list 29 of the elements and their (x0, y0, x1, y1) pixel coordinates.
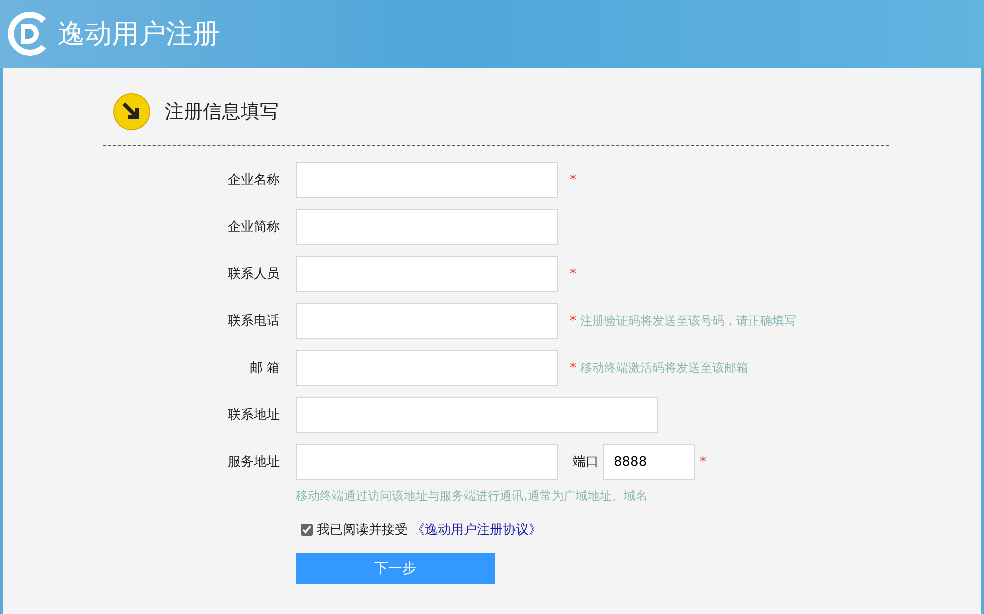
field-label: 联系电话 (227, 313, 280, 330)
input-field[interactable] (296, 162, 558, 198)
field-note: 移动终端通过访问该地址与服务端进行通讯,通常为广域地址、域名 (296, 488, 649, 505)
field-label: 邮 箱 (248, 360, 280, 377)
input-field[interactable] (296, 397, 658, 433)
field-label: 端口 (573, 454, 599, 471)
field-label: 联系人员 (227, 266, 280, 283)
agree-checkbox[interactable] (301, 524, 313, 536)
field-label: 企业名称 (227, 172, 280, 189)
agree-text: 我已阅读并接受 (317, 522, 408, 539)
field-label: 服务地址 (227, 454, 280, 471)
input-field[interactable] (296, 209, 558, 245)
input-field[interactable] (296, 350, 558, 386)
required-mark: * (700, 454, 706, 470)
page-title: 逸动用户注册 (58, 18, 220, 52)
required-mark: * (570, 266, 576, 282)
field-hint: 注册验证码将发送至该号码，请正确填写 (580, 312, 796, 330)
input-field[interactable] (296, 303, 558, 339)
field-label: 企业简称 (227, 219, 280, 236)
input-field[interactable] (296, 444, 558, 480)
input-field[interactable] (296, 256, 558, 292)
required-mark: * (570, 172, 576, 188)
required-mark: * (570, 314, 576, 328)
section-title: 注册信息填写 (165, 100, 279, 125)
agreement-link[interactable]: 《逸动用户注册协议》 (412, 521, 542, 539)
required-mark: * (570, 360, 576, 376)
port-field[interactable]: 8888 (603, 444, 695, 480)
field-label: 联系地址 (227, 407, 280, 424)
field-hint: 移动终端激活码将发送至该邮箱 (580, 360, 748, 376)
